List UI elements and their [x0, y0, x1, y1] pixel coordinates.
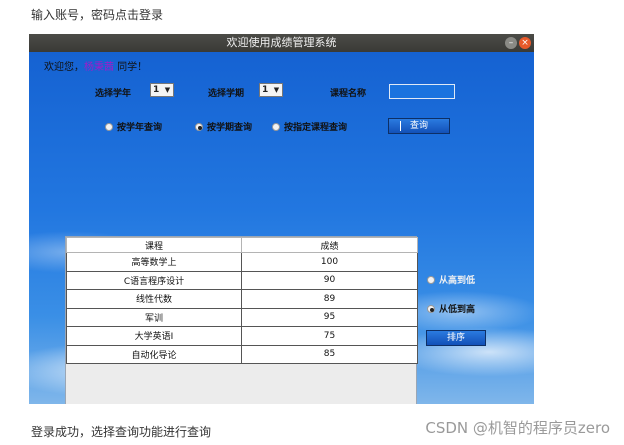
radio-by-term[interactable]: 按学期查询 — [195, 120, 252, 133]
score-cell[interactable]: 100 — [241, 252, 418, 272]
welcome-message: 欢迎您，杨秉茜 同学！ — [44, 58, 147, 73]
term-select[interactable]: 1 ▼ — [259, 83, 283, 97]
course-cell[interactable]: C语言程序设计 — [66, 271, 242, 290]
course-cell[interactable]: 军训 — [66, 308, 242, 327]
term-label: 选择学期 — [208, 89, 245, 99]
dropdown-arrow-icon[interactable]: ▼ — [272, 85, 281, 95]
course-name-input[interactable] — [389, 84, 455, 99]
scores-table-panel: 课程 成绩 高等数学上 100 C语言程序设计 90 线性代数 89 军训 95… — [65, 236, 418, 404]
table-row[interactable]: 线性代数 89 — [66, 289, 418, 309]
minimize-icon[interactable]: – — [505, 37, 517, 49]
caption-bottom: 登录成功，选择查询功能进行查询 — [31, 425, 212, 439]
course-cell[interactable]: 自动化导论 — [66, 345, 242, 364]
focus-caret — [400, 121, 401, 131]
radio-by-course-label: 按指定课程查询 — [284, 123, 348, 133]
query-button-label: 查询 — [409, 121, 428, 131]
welcome-suffix: 同学！ — [114, 62, 148, 73]
radio-sort-asc[interactable]: 从低到高 — [427, 302, 475, 315]
radio-sort-desc[interactable]: 从高到低 — [427, 273, 475, 286]
table-row[interactable]: 自动化导论 85 — [66, 345, 418, 364]
radio-icon[interactable] — [427, 305, 435, 313]
table-row[interactable]: 大学英语I 75 — [66, 326, 418, 346]
scores-table: 课程 成绩 高等数学上 100 C语言程序设计 90 线性代数 89 军训 95… — [66, 237, 418, 364]
radio-sort-desc-label: 从高到低 — [439, 276, 476, 286]
welcome-prefix: 欢迎您， — [44, 62, 84, 73]
course-cell[interactable]: 线性代数 — [66, 289, 242, 309]
course-cell[interactable]: 大学英语I — [66, 326, 242, 346]
app-window: 欢迎使用成绩管理系统 – × 欢迎您，杨秉茜 同学！ 选择学年 1 ▼ 选择学期… — [29, 34, 534, 404]
title-bar: 欢迎使用成绩管理系统 – × — [29, 34, 534, 52]
close-icon[interactable]: × — [519, 37, 531, 49]
course-cell[interactable]: 高等数学上 — [66, 252, 242, 272]
username: 杨秉茜 — [84, 62, 114, 73]
table-row[interactable]: 高等数学上 100 — [66, 252, 418, 272]
score-cell[interactable]: 85 — [241, 345, 418, 364]
radio-by-course[interactable]: 按指定课程查询 — [272, 120, 347, 133]
term-select-value: 1 — [262, 85, 269, 95]
dropdown-arrow-icon[interactable]: ▼ — [163, 85, 172, 95]
window-title: 欢迎使用成绩管理系统 — [226, 36, 337, 49]
radio-icon[interactable] — [427, 276, 435, 284]
table-row[interactable]: C语言程序设计 90 — [66, 271, 418, 290]
score-cell[interactable]: 90 — [241, 271, 418, 290]
caption-top: 输入账号，密码点击登录 — [31, 8, 164, 22]
sort-button-label: 排序 — [446, 333, 465, 343]
query-button[interactable]: 查询 — [388, 118, 450, 134]
year-select-value: 1 — [153, 85, 160, 95]
course-label: 课程名称 — [330, 89, 367, 99]
score-cell[interactable]: 95 — [241, 308, 418, 327]
radio-by-year-label: 按学年查询 — [117, 123, 163, 133]
radio-icon[interactable] — [195, 123, 203, 131]
radio-by-term-label: 按学期查询 — [207, 123, 253, 133]
radio-by-year[interactable]: 按学年查询 — [105, 120, 162, 133]
table-row[interactable]: 军训 95 — [66, 308, 418, 327]
column-header-score[interactable]: 成绩 — [241, 237, 418, 253]
score-cell[interactable]: 75 — [241, 326, 418, 346]
year-label: 选择学年 — [95, 89, 132, 99]
radio-sort-asc-label: 从低到高 — [439, 305, 476, 315]
client-area: 欢迎您，杨秉茜 同学！ 选择学年 1 ▼ 选择学期 1 ▼ 课程名称 按学年查询… — [29, 52, 534, 404]
radio-icon[interactable] — [272, 123, 280, 131]
sort-button[interactable]: 排序 — [426, 330, 486, 346]
table-header-row: 课程 成绩 — [66, 237, 418, 253]
column-header-course[interactable]: 课程 — [66, 237, 242, 253]
csdn-watermark: CSDN @机智的程序员zero — [425, 419, 610, 437]
score-cell[interactable]: 89 — [241, 289, 418, 309]
year-select[interactable]: 1 ▼ — [150, 83, 174, 97]
radio-icon[interactable] — [105, 123, 113, 131]
